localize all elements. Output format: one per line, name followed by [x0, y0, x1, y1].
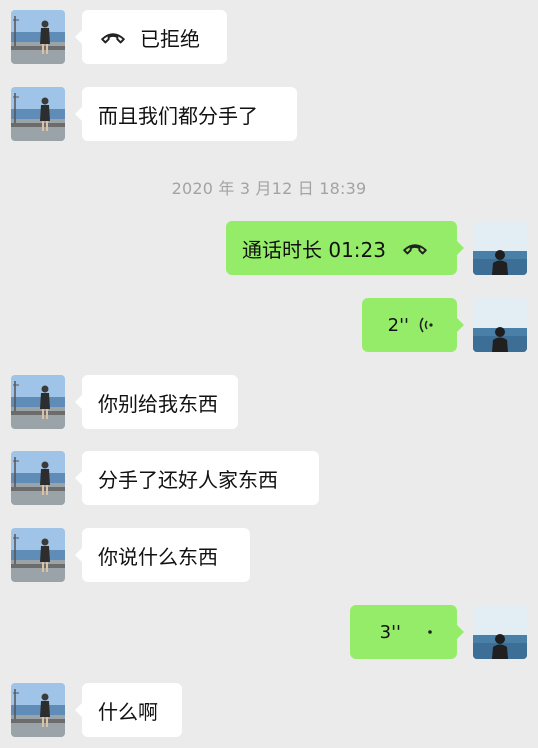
- call-duration-bubble[interactable]: 通话时长 01:23: [226, 221, 464, 275]
- text-message-bubble[interactable]: 你别给我东西: [75, 375, 238, 429]
- text-message-bubble[interactable]: 什么啊: [75, 683, 182, 737]
- chat-timestamp: 2020 年 3 月12 日 18:39: [171, 179, 367, 198]
- contact-avatar[interactable]: [11, 451, 65, 505]
- text-message-bubble[interactable]: 分手了还好人家东西: [75, 451, 319, 505]
- voice-message-bubble[interactable]: 3'': [350, 605, 464, 659]
- message-text: 分手了还好人家东西: [98, 467, 278, 492]
- self-avatar[interactable]: [473, 221, 527, 275]
- contact-avatar[interactable]: [11, 87, 65, 141]
- message-text: 什么啊: [98, 699, 158, 724]
- phone-hangup-icon: [100, 24, 126, 50]
- voice-play-icon: [427, 627, 433, 637]
- self-avatar[interactable]: [473, 605, 527, 659]
- voice-duration: 3'': [379, 621, 401, 643]
- text-message-bubble[interactable]: 你说什么东西: [75, 528, 250, 582]
- call-declined-bubble[interactable]: 已拒绝: [75, 10, 227, 64]
- message-text: 你别给我东西: [98, 391, 218, 416]
- voice-message-bubble[interactable]: 2'': [362, 298, 464, 352]
- message-text: 通话时长 01:23: [242, 237, 386, 262]
- contact-avatar[interactable]: [11, 10, 65, 64]
- message-text: 而且我们都分手了: [98, 103, 258, 128]
- text-message-bubble[interactable]: 而且我们都分手了: [75, 87, 297, 141]
- contact-avatar[interactable]: [11, 528, 65, 582]
- contact-avatar[interactable]: [11, 375, 65, 429]
- message-text: 已拒绝: [140, 26, 200, 51]
- contact-avatar[interactable]: [11, 683, 65, 737]
- self-avatar[interactable]: [473, 298, 527, 352]
- phone-hangup-icon: [402, 235, 428, 261]
- voice-wave-icon: [419, 315, 435, 335]
- message-text: 你说什么东西: [98, 544, 218, 569]
- voice-duration: 2'': [387, 314, 409, 336]
